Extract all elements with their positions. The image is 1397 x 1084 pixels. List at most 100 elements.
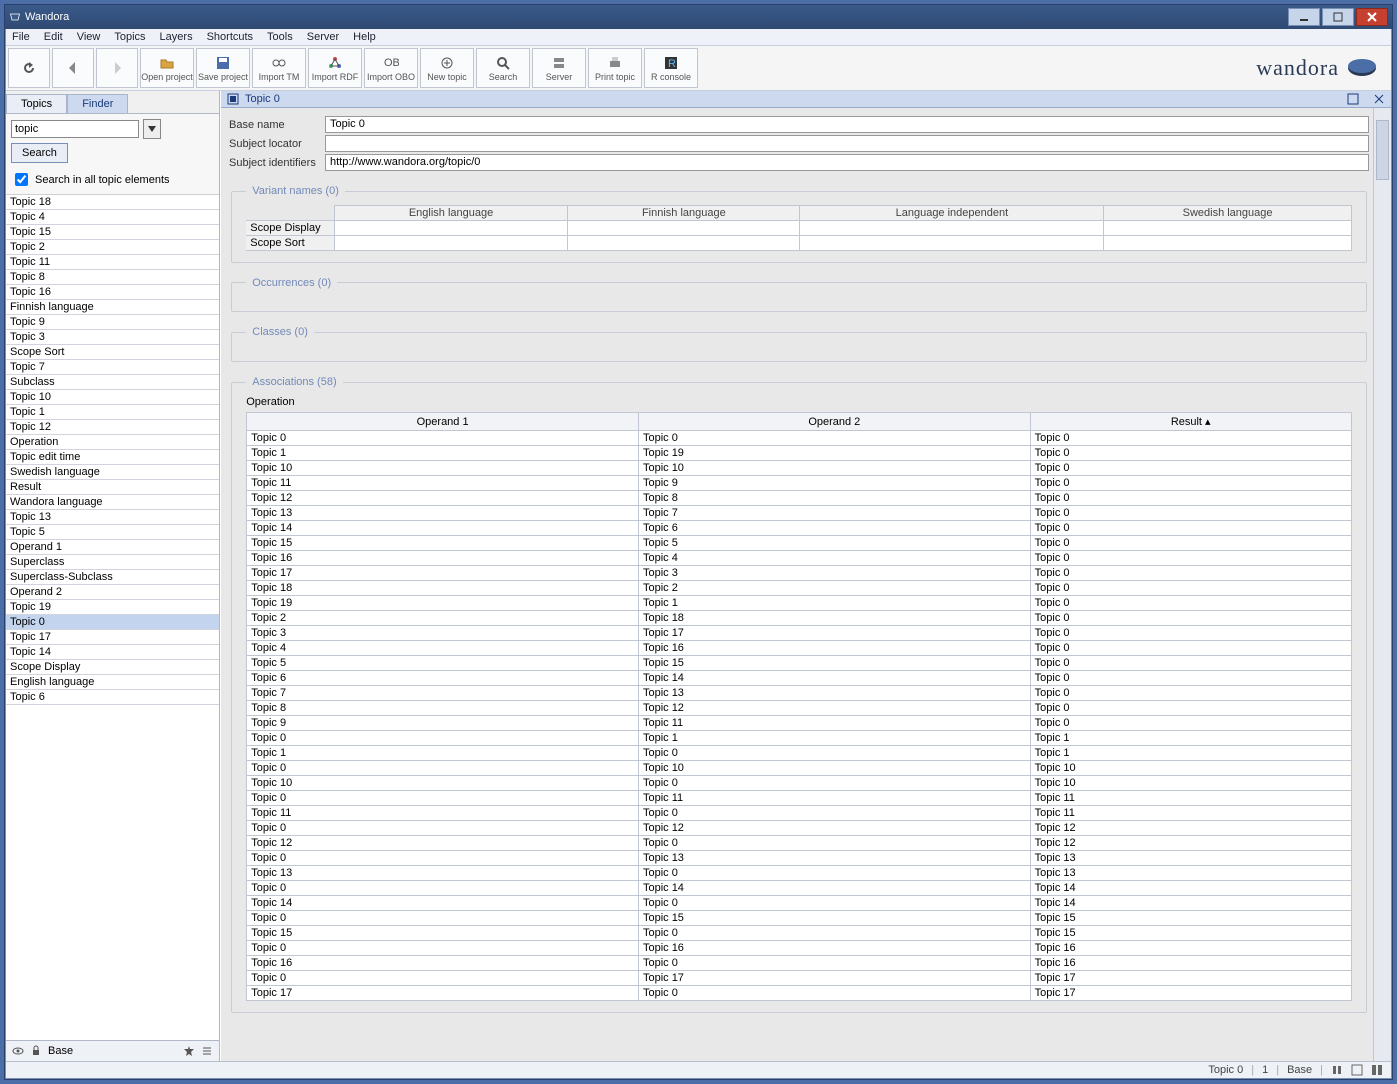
maximize-button[interactable] [1322, 8, 1354, 26]
status-icon-3[interactable] [1371, 1064, 1383, 1076]
table-row[interactable]: Topic 0Topic 10Topic 10 [247, 761, 1352, 776]
list-item[interactable]: Operand 1 [6, 540, 219, 555]
table-row[interactable]: Topic 17Topic 0Topic 17 [247, 986, 1352, 1001]
table-row[interactable]: Topic 0Topic 13Topic 13 [247, 851, 1352, 866]
list-item[interactable]: Topic 19 [6, 600, 219, 615]
list-item[interactable]: English language [6, 675, 219, 690]
variant-cell[interactable] [800, 235, 1104, 250]
star-icon[interactable] [183, 1045, 195, 1057]
list-item[interactable]: Wandora language [6, 495, 219, 510]
menu-tools[interactable]: Tools [267, 31, 293, 43]
list-item[interactable]: Topic 16 [6, 285, 219, 300]
list-item[interactable]: Scope Display [6, 660, 219, 675]
list-item[interactable]: Topic 7 [6, 360, 219, 375]
status-icon-2[interactable] [1351, 1064, 1363, 1076]
table-row[interactable]: Topic 13Topic 0Topic 13 [247, 866, 1352, 881]
table-row[interactable]: Topic 10Topic 10Topic 0 [247, 461, 1352, 476]
variant-cell[interactable] [568, 235, 800, 250]
assoc-header[interactable]: Result ▴ [1030, 413, 1351, 431]
table-row[interactable]: Topic 0Topic 11Topic 11 [247, 791, 1352, 806]
tab-finder[interactable]: Finder [67, 94, 128, 113]
list-item[interactable]: Topic 3 [6, 330, 219, 345]
table-row[interactable]: Topic 5Topic 15Topic 0 [247, 656, 1352, 671]
table-row[interactable]: Topic 13Topic 7Topic 0 [247, 506, 1352, 521]
list-item[interactable]: Topic 6 [6, 690, 219, 705]
toolbar-r-console[interactable]: RR console [644, 48, 698, 88]
assoc-header[interactable]: Operand 1 [247, 413, 639, 431]
table-row[interactable]: Topic 15Topic 0Topic 15 [247, 926, 1352, 941]
variant-cell[interactable] [1104, 235, 1351, 250]
menu-help[interactable]: Help [353, 31, 376, 43]
table-row[interactable]: Topic 0Topic 14Topic 14 [247, 881, 1352, 896]
menu-topics[interactable]: Topics [114, 31, 145, 43]
menu-server[interactable]: Server [307, 31, 339, 43]
table-row[interactable]: Topic 19Topic 1Topic 0 [247, 596, 1352, 611]
base-name-field[interactable]: Topic 0 [325, 116, 1369, 133]
menu-layers[interactable]: Layers [160, 31, 193, 43]
subject-identifiers-field[interactable]: http://www.wandora.org/topic/0 [325, 154, 1369, 171]
search-button[interactable]: Search [11, 143, 68, 163]
list-item[interactable]: Topic 8 [6, 270, 219, 285]
list-item[interactable]: Topic 9 [6, 315, 219, 330]
table-row[interactable]: Topic 18Topic 2Topic 0 [247, 581, 1352, 596]
result-list[interactable]: Topic 18Topic 4Topic 15Topic 2Topic 11To… [6, 195, 219, 1040]
list-item[interactable]: Topic 14 [6, 645, 219, 660]
table-row[interactable]: Topic 2Topic 18Topic 0 [247, 611, 1352, 626]
search-input[interactable] [11, 120, 139, 138]
close-button[interactable] [1356, 8, 1388, 26]
list-item[interactable]: Operand 2 [6, 585, 219, 600]
toolbar-new-topic[interactable]: New topic [420, 48, 474, 88]
toolbar-open[interactable]: Open project [140, 48, 194, 88]
variant-cell[interactable] [334, 235, 568, 250]
search-dropdown[interactable] [143, 119, 161, 139]
table-row[interactable]: Topic 11Topic 9Topic 0 [247, 476, 1352, 491]
list-item[interactable]: Topic 2 [6, 240, 219, 255]
table-row[interactable]: Topic 0Topic 1Topic 1 [247, 731, 1352, 746]
table-row[interactable]: Topic 14Topic 6Topic 0 [247, 521, 1352, 536]
toolbar-back[interactable] [52, 48, 94, 88]
list-item[interactable]: Topic 17 [6, 630, 219, 645]
list-item[interactable]: Topic 0 [6, 615, 219, 630]
toolbar-import-tm[interactable]: Import TM [252, 48, 306, 88]
table-row[interactable]: Topic 11Topic 0Topic 11 [247, 806, 1352, 821]
menu-file[interactable]: File [12, 31, 30, 43]
list-item[interactable]: Swedish language [6, 465, 219, 480]
list-item[interactable]: Topic 15 [6, 225, 219, 240]
list-item[interactable]: Scope Sort [6, 345, 219, 360]
variant-cell[interactable] [334, 220, 568, 235]
subject-locator-field[interactable] [325, 135, 1369, 152]
table-row[interactable]: Topic 17Topic 3Topic 0 [247, 566, 1352, 581]
status-icon-1[interactable] [1331, 1064, 1343, 1076]
list-item[interactable]: Superclass [6, 555, 219, 570]
list-item[interactable]: Subclass [6, 375, 219, 390]
search-all-checkbox[interactable] [15, 173, 28, 186]
table-row[interactable]: Topic 15Topic 5Topic 0 [247, 536, 1352, 551]
list-item[interactable]: Topic 18 [6, 195, 219, 210]
editor-max-icon[interactable] [1347, 93, 1359, 105]
layers-menu-icon[interactable] [201, 1045, 213, 1057]
table-row[interactable]: Topic 9Topic 11Topic 0 [247, 716, 1352, 731]
list-item[interactable]: Topic edit time [6, 450, 219, 465]
list-item[interactable]: Topic 13 [6, 510, 219, 525]
list-item[interactable]: Topic 1 [6, 405, 219, 420]
toolbar-server[interactable]: Server [532, 48, 586, 88]
minimize-button[interactable] [1288, 8, 1320, 26]
variant-cell[interactable] [800, 220, 1104, 235]
assoc-header[interactable]: Operand 2 [638, 413, 1030, 431]
table-row[interactable]: Topic 1Topic 19Topic 0 [247, 446, 1352, 461]
variant-cell[interactable] [568, 220, 800, 235]
vertical-scrollbar[interactable] [1373, 108, 1391, 1061]
table-row[interactable]: Topic 10Topic 0Topic 10 [247, 776, 1352, 791]
table-row[interactable]: Topic 6Topic 14Topic 0 [247, 671, 1352, 686]
editor-close-icon[interactable] [1373, 93, 1385, 105]
table-row[interactable]: Topic 0Topic 16Topic 16 [247, 941, 1352, 956]
table-row[interactable]: Topic 1Topic 0Topic 1 [247, 746, 1352, 761]
table-row[interactable]: Topic 0Topic 17Topic 17 [247, 971, 1352, 986]
toolbar-print[interactable]: Print topic [588, 48, 642, 88]
menu-view[interactable]: View [77, 31, 101, 43]
menu-edit[interactable]: Edit [44, 31, 63, 43]
table-row[interactable]: Topic 12Topic 0Topic 12 [247, 836, 1352, 851]
table-row[interactable]: Topic 0Topic 0Topic 0 [247, 431, 1352, 446]
list-item[interactable]: Topic 4 [6, 210, 219, 225]
table-row[interactable]: Topic 12Topic 8Topic 0 [247, 491, 1352, 506]
